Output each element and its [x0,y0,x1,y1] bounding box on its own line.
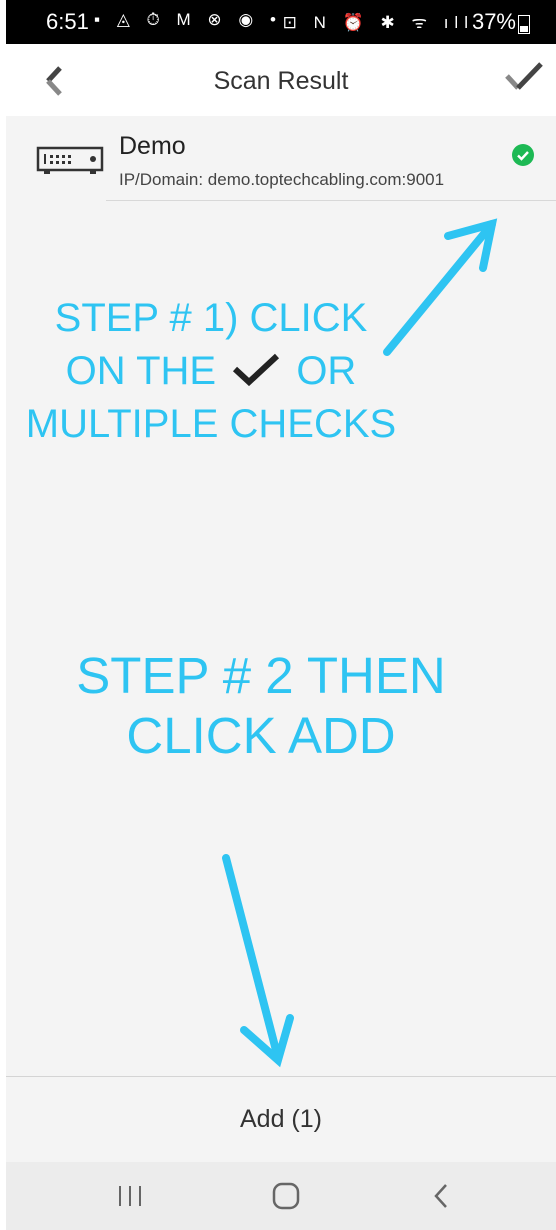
page-title: Scan Result [213,67,349,95]
step1-line2-a: ON THE [65,349,217,393]
step1-line3: MULTIPLE CHECKS [25,402,397,446]
step1-line2: ON THE OR [6,345,416,398]
scan-result-item[interactable]: Demo IP/Domain: demo.toptechcabling.com:… [6,116,556,202]
add-bar: Add (1) [6,1076,556,1163]
battery-icon [518,15,530,34]
step1-line2-b: OR [296,349,357,393]
list-divider [106,200,556,201]
recents-icon [119,1186,141,1206]
add-button[interactable]: Add (1) [6,1105,556,1134]
back-icon [434,1184,447,1208]
app-bar: Scan Result [6,44,556,116]
home-button[interactable] [266,1180,306,1212]
notification-icons: ▪ ◬ ⏱ M ⊗ ◉ • [94,10,282,29]
app-screen: 6:51 ▪ ◬ ⏱ M ⊗ ◉ • ⊡ N ⏰ ✱ ᯤ ıll 37% Sca… [6,0,556,1230]
selected-check-icon[interactable] [512,144,534,166]
recents-button[interactable] [110,1180,150,1212]
step1-line1: STEP # 1) CLICK [54,296,368,340]
device-address: IP/Domain: demo.toptechcabling.com:9001 [119,170,445,189]
annotation-check-icon [233,353,280,387]
battery-percent: 37% [471,9,516,34]
confirm-button[interactable] [504,60,544,96]
step1-annotation: STEP # 1) CLICK ON THE OR MULTIPLE CHECK… [6,292,416,451]
arrow-to-add-button [222,854,294,1068]
status-bar: 6:51 ▪ ◬ ⏱ M ⊗ ◉ • ⊡ N ⏰ ✱ ᯤ ıll 37% [6,0,556,44]
system-nav-bar [6,1162,556,1230]
step2-line1: STEP # 2 THEN [76,647,446,704]
step2-annotation: STEP # 2 THEN CLICK ADD [36,646,486,766]
step2-line2: CLICK ADD [126,707,396,764]
dvr-device-icon [36,146,104,174]
nav-back-button[interactable] [422,1180,462,1212]
system-status-icons: ⊡ N ⏰ ✱ ᯤ ıll [282,13,474,32]
device-name: Demo [119,132,186,160]
check-icon [505,62,543,90]
status-time: 6:51 [46,9,89,34]
home-icon [272,1182,300,1210]
